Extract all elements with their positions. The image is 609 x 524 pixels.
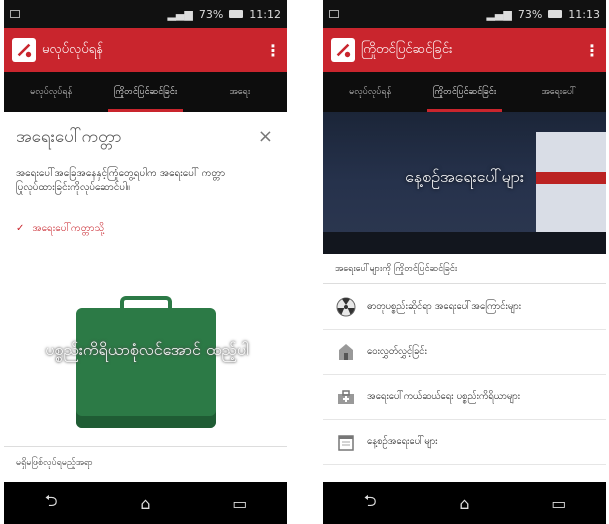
battery-percent: 73% xyxy=(517,7,543,21)
phone-left: ▂▄▆ 73% 11:12 မလုပ်လုပ်ရန် ⋮ မလုပ်လုပ်ရန… xyxy=(4,0,287,524)
nav-bar: ⮌ ⌂ ▭ xyxy=(4,482,287,524)
tab-emergency[interactable]: အရေးပေါ် xyxy=(512,72,606,112)
tab-preparedness[interactable]: ကြိုတင်ပြင်ဆင်ခြင်း xyxy=(417,72,511,112)
go-to-kit-label: အရေးပေါ်ကတ္တာသို့ xyxy=(32,223,105,234)
hero-banner[interactable]: နေ့စဉ်အရေးပေါ်များ xyxy=(323,112,606,254)
emergency-kit-panel: အရေးပေါ်ကတ္တာ × အရေးပေါ်အခြေအနေနှင့်ကြုံ… xyxy=(4,112,287,482)
status-bar: ▂▄▆ 73% 11:13 xyxy=(323,0,606,28)
notification-icon xyxy=(329,10,339,18)
radiation-icon xyxy=(335,296,357,318)
overflow-menu-icon[interactable]: ⋮ xyxy=(584,41,600,60)
section-header: အရေးပေါ်များကို ကြိုတင်ပြင်ဆင်ခြင်း xyxy=(323,254,606,284)
list-item-evacuation[interactable]: ဝေးလွှတ်လွှင့်ခြင်း xyxy=(323,330,606,375)
nav-bar: ⮌ ⌂ ▭ xyxy=(323,482,606,524)
recents-icon[interactable]: ▭ xyxy=(220,494,260,513)
notification-icon xyxy=(10,10,20,18)
go-to-kit-link[interactable]: ✓ အရေးပေါ်ကတ္တာသို့ xyxy=(16,221,275,236)
tab-to-do[interactable]: မလုပ်လုပ်ရန် xyxy=(323,72,417,112)
battery-icon xyxy=(548,10,563,18)
clock: 11:13 xyxy=(568,7,600,21)
emergency-kit-card: အရေးပေါ်ကတ္တာ × အရေးပေါ်အခြေအနေနှင့်ကြုံ… xyxy=(4,112,287,482)
card-description: အရေးပေါ်အခြေအနေနှင့်ကြုံတွေ့ရပါက အရေးပေါ… xyxy=(16,168,226,193)
status-bar: ▂▄▆ 73% 11:12 xyxy=(4,0,287,28)
home-icon[interactable]: ⌂ xyxy=(444,494,484,513)
list-item-chemical[interactable]: ဓာတုပစ္စည်းဆိုင်ရာ အရေးပေါ်အကြောင်းများ xyxy=(323,285,606,330)
back-icon[interactable]: ⮌ xyxy=(350,490,390,517)
kit-handle xyxy=(120,296,172,312)
battery-icon xyxy=(229,10,244,18)
tab-to-do[interactable]: မလုပ်လုပ်ရန် xyxy=(4,72,98,112)
app-logo-icon xyxy=(331,38,355,62)
card-footer: မရှိမဖြစ်လုပ်ရမည့်အရာ xyxy=(4,446,287,482)
tab-emergency[interactable]: အရေး xyxy=(193,72,287,112)
preparedness-list: ဓာတုပစ္စည်းဆိုင်ရာ အရေးပေါ်အကြောင်းများ … xyxy=(323,285,606,482)
phone-right: ▂▄▆ 73% 11:13 ကြိုတင်ပြင်ဆင်ခြင်း ⋮ မလုပ… xyxy=(323,0,606,524)
first-aid-kit-image xyxy=(76,296,216,428)
list-item-label: ဝေးလွှတ်လွှင့်ခြင်း xyxy=(367,346,427,357)
signal-icon: ▂▄▆ xyxy=(167,7,193,21)
list-item-label: နေ့စဉ်အရေးပေါ်များ xyxy=(367,436,438,447)
battery-percent: 73% xyxy=(198,7,224,21)
card-title: အရေးပေါ်ကတ္တာ xyxy=(16,127,122,147)
evacuation-icon xyxy=(335,341,357,363)
list-item-daily[interactable]: နေ့စဉ်အရေးပေါ်များ xyxy=(323,420,606,465)
app-bar: မလုပ်လုပ်ရန် ⋮ xyxy=(4,28,287,72)
home-icon[interactable]: ⌂ xyxy=(125,494,165,513)
calendar-icon xyxy=(335,431,357,453)
checkmark-icon: ✓ xyxy=(16,223,25,234)
list-item-label: ဓာတုပစ္စည်းဆိုင်ရာ အရေးပေါ်အကြောင်းများ xyxy=(367,301,522,312)
clock: 11:12 xyxy=(249,7,281,21)
tab-preparedness[interactable]: ကြိုတင်ပြင်ဆင်ခြင်း xyxy=(98,72,192,112)
kit-overlay-text: ပစ္စည်းကိရိယာစုံလင်အောင် ထည့်ပါ xyxy=(45,340,249,359)
close-icon[interactable]: × xyxy=(258,126,273,147)
tab-bar: မလုပ်လုပ်ရန် ကြိုတင်ပြင်ဆင်ခြင်း အရေး xyxy=(4,72,287,112)
list-item-rescue[interactable]: အရေးပေါ်ကယ်ဆယ်ရေး ပစ္စည်းကိရိယာများ xyxy=(323,375,606,420)
signal-icon: ▂▄▆ xyxy=(486,7,512,21)
overflow-menu-icon[interactable]: ⋮ xyxy=(265,41,281,60)
hero-title: နေ့စဉ်အရေးပေါ်များ xyxy=(405,167,524,186)
app-logo-icon xyxy=(12,38,36,62)
app-title: မလုပ်လုပ်ရန် xyxy=(42,41,103,57)
hero-ground xyxy=(323,232,606,254)
app-title: ကြိုတင်ပြင်ဆင်ခြင်း xyxy=(361,41,453,57)
app-bar: ကြိုတင်ပြင်ဆင်ခြင်း ⋮ xyxy=(323,28,606,72)
recents-icon[interactable]: ▭ xyxy=(539,494,579,513)
back-icon[interactable]: ⮌ xyxy=(31,490,71,517)
list-item-label: အရေးပေါ်ကယ်ဆယ်ရေး ပစ္စည်းကိရိယာများ xyxy=(367,391,521,402)
tab-bar: မလုပ်လုပ်ရန် ကြိုတင်ပြင်ဆင်ခြင်း အရေးပေါ… xyxy=(323,72,606,112)
rescue-kit-icon xyxy=(335,386,357,408)
